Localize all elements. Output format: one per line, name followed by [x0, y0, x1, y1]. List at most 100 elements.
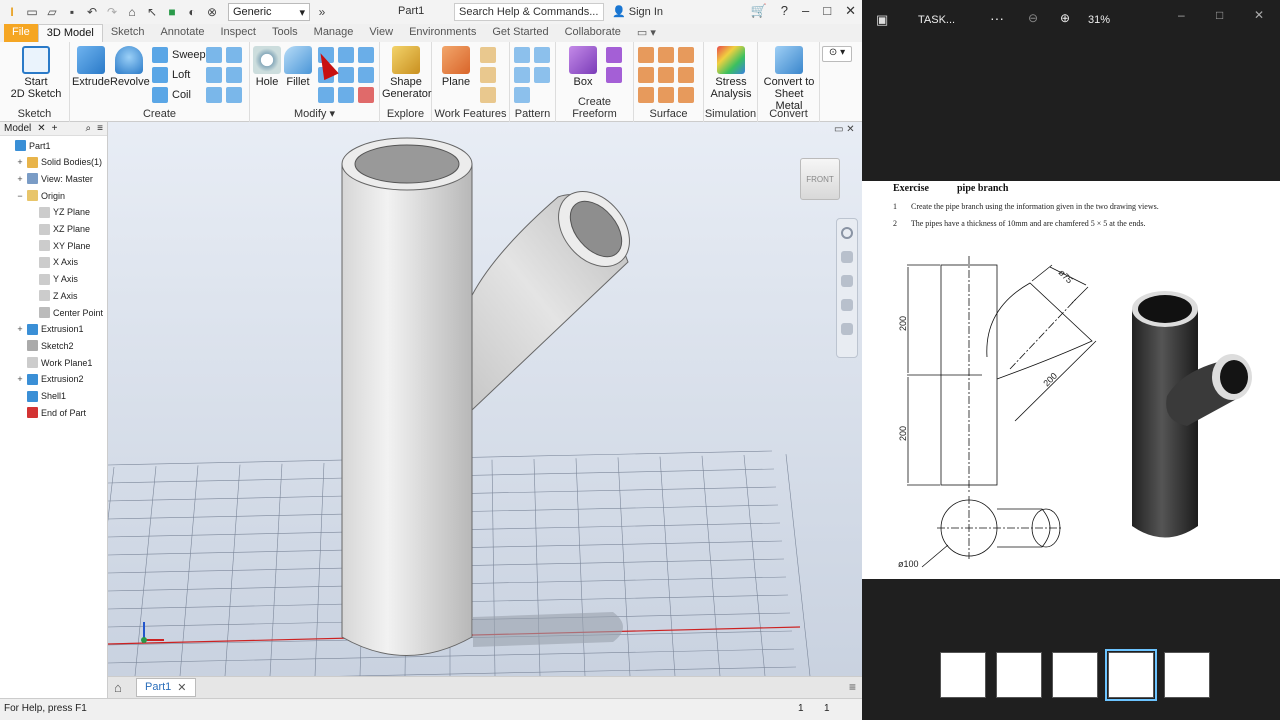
split-icon[interactable] [338, 67, 354, 83]
emboss-icon[interactable] [206, 67, 222, 83]
tree-item[interactable]: Work Plane1 [16, 357, 92, 369]
stitch-icon[interactable] [638, 47, 654, 63]
tab-3d-model[interactable]: 3D Model [37, 24, 103, 42]
point-icon[interactable] [480, 67, 496, 83]
tab-tools[interactable]: Tools [264, 24, 306, 42]
thumbnail-2[interactable] [996, 652, 1042, 698]
tree-item[interactable]: YZ Plane [28, 206, 90, 218]
minimize-button[interactable]: – [1178, 8, 1185, 22]
tree-item[interactable]: + Extrusion1 [16, 323, 84, 335]
more-options-icon[interactable]: ··· [990, 10, 1004, 26]
modify-panel-label[interactable]: Modify ▾ [250, 107, 379, 120]
loft-button[interactable]: Loft [152, 67, 190, 83]
thumbnail-3[interactable] [1052, 652, 1098, 698]
steering-wheel-icon[interactable] [841, 227, 853, 239]
pattern-extra-icon[interactable] [514, 87, 530, 103]
menu-icon[interactable]: ≡ [97, 123, 103, 134]
tree-expander-icon[interactable]: + [16, 324, 24, 334]
tab-sketch[interactable]: Sketch [103, 24, 153, 42]
document-tab-part1[interactable]: Part1 ✕ [136, 678, 196, 697]
tab-annotate[interactable]: Annotate [152, 24, 212, 42]
tree-item[interactable]: End of Part [16, 407, 86, 419]
thumbnail-4[interactable] [1105, 649, 1157, 701]
maximize-button[interactable]: □ [1216, 8, 1223, 22]
coil-button[interactable]: Coil [152, 87, 191, 103]
close-button[interactable]: ✕ [845, 3, 856, 19]
zoom-out-icon[interactable]: ⊖ [1028, 11, 1038, 25]
clear-icon[interactable]: ⊗ [204, 4, 220, 20]
look-at-icon[interactable] [841, 323, 853, 335]
sign-in-link[interactable]: 👤 Sign In [612, 5, 663, 18]
graphics-viewport[interactable]: FRONT [108, 122, 862, 676]
extrude-button[interactable]: Extrude [72, 46, 110, 88]
box-button[interactable]: Box [562, 46, 604, 88]
close-icon[interactable]: ✕ [37, 123, 45, 134]
stress-analysis-button[interactable]: Stress Analysis [706, 46, 756, 100]
rectangular-pattern-icon[interactable] [514, 47, 530, 63]
unwrap-icon[interactable] [226, 87, 242, 103]
pan-icon[interactable] [841, 251, 853, 263]
tree-item[interactable]: Center Point [28, 307, 103, 318]
plane-button[interactable]: Plane [436, 46, 476, 88]
ribbon-options-button[interactable]: ⊙ ▾ [822, 46, 852, 62]
delete-face-icon[interactable] [358, 87, 374, 103]
browser-tab-label[interactable]: Model [4, 123, 31, 134]
tree-item[interactable]: Part1 [4, 140, 51, 151]
tree-item[interactable]: XZ Plane [28, 223, 90, 235]
zoom-icon[interactable] [841, 275, 853, 287]
save-icon[interactable]: ▪ [64, 4, 80, 20]
tree-item[interactable]: + Solid Bodies(1) [16, 156, 102, 168]
patch-icon[interactable] [658, 47, 674, 63]
start-2d-sketch-button[interactable]: Start 2D Sketch [10, 46, 62, 100]
tab-manage[interactable]: Manage [306, 24, 362, 42]
tree-expander-icon[interactable]: − [16, 191, 24, 201]
open-folder-icon[interactable]: ▱ [44, 4, 60, 20]
tree-item[interactable]: Sketch2 [16, 340, 74, 352]
shape-generator-button[interactable]: Shape Generator [382, 46, 432, 100]
repair-bodies-icon[interactable] [658, 87, 674, 103]
direct-edit-icon[interactable] [338, 87, 354, 103]
cart-icon[interactable]: 🛒 [751, 3, 767, 19]
derive-icon[interactable] [226, 47, 242, 63]
tree-item[interactable]: − Origin [16, 190, 65, 202]
undo-icon[interactable]: ↶ [84, 4, 100, 20]
tree-item[interactable]: XY Plane [28, 240, 90, 252]
thumbnail-1[interactable] [940, 652, 986, 698]
thumbnail-5[interactable] [1164, 652, 1210, 698]
orbit-icon[interactable] [841, 299, 853, 311]
tree-item[interactable]: + View: Master [16, 173, 93, 185]
trim-icon[interactable] [638, 67, 654, 83]
tree-item[interactable]: Z Axis [28, 290, 78, 302]
search-icon[interactable]: ⌕ [86, 123, 92, 134]
draft-icon[interactable] [358, 47, 374, 63]
ruled-surface-icon[interactable] [638, 87, 654, 103]
tree-expander-icon[interactable]: + [16, 374, 24, 384]
sweep-button[interactable]: Sweep [152, 47, 206, 63]
select-icon[interactable]: ↖ [144, 4, 160, 20]
tab-file[interactable]: File [4, 24, 38, 42]
tree-item[interactable]: X Axis [28, 256, 78, 268]
fit-mesh-icon[interactable] [678, 87, 694, 103]
tab-environments[interactable]: Environments [401, 24, 484, 42]
convert-sheet-metal-button[interactable]: Convert to Sheet Metal [760, 46, 818, 112]
tab-extra-menu[interactable]: ▭ ▾ [629, 24, 664, 42]
maximize-button[interactable]: □ [823, 3, 831, 19]
minimize-button[interactable]: – [802, 3, 809, 19]
tab-inspect[interactable]: Inspect [213, 24, 264, 42]
ucs-icon[interactable] [480, 87, 496, 103]
fillet-button[interactable]: Fillet [282, 46, 314, 88]
update-icon[interactable]: ■ [164, 4, 180, 20]
add-icon[interactable]: + [52, 123, 58, 134]
extend-icon[interactable] [658, 67, 674, 83]
expand-qat-icon[interactable]: » [314, 4, 330, 20]
new-file-icon[interactable]: ▭ [24, 4, 40, 20]
close-icon[interactable]: ✕ [177, 681, 186, 694]
search-input[interactable]: Search Help & Commands... [454, 3, 604, 21]
axis-icon[interactable] [480, 47, 496, 63]
material-select[interactable]: Generic ▾ [228, 3, 310, 21]
revolve-button[interactable]: Revolve [110, 46, 150, 88]
sketch-pattern-icon[interactable] [514, 67, 530, 83]
redo-icon[interactable]: ↷ [104, 4, 120, 20]
zoom-in-icon[interactable]: ⊕ [1060, 11, 1070, 25]
tab-menu-icon[interactable]: ≡ [849, 680, 856, 694]
